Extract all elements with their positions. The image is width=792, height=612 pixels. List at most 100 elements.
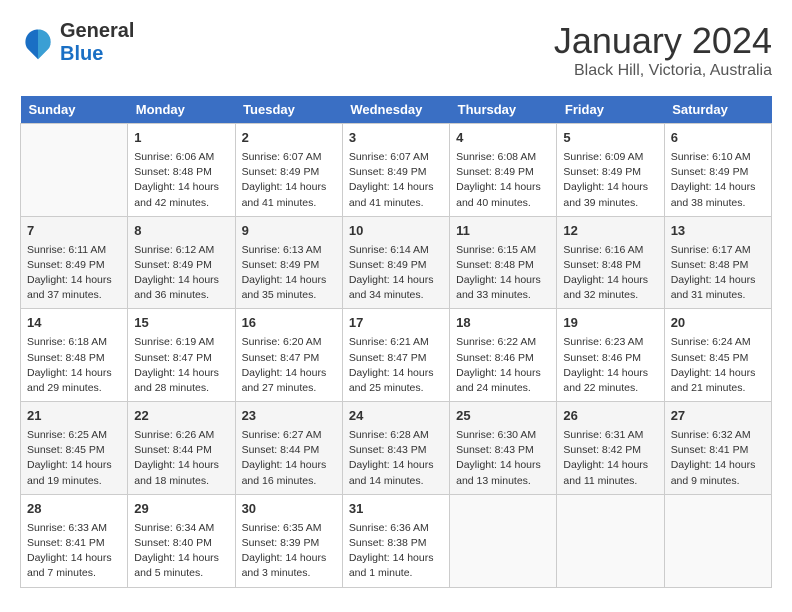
calendar-week-row: 7 Sunrise: 6:11 AM Sunset: 8:49 PM Daylig…: [21, 216, 772, 309]
day-of-week-header: Monday: [128, 96, 235, 124]
day-number: 9: [242, 222, 336, 241]
calendar-cell: 17 Sunrise: 6:21 AM Sunset: 8:47 PM Dayli…: [342, 309, 449, 402]
day-number: 31: [349, 500, 443, 519]
logo: General Blue: [20, 20, 134, 66]
day-number: 1: [134, 129, 228, 148]
logo-icon: [20, 25, 56, 61]
day-number: 26: [563, 407, 657, 426]
calendar-cell: 20 Sunrise: 6:24 AM Sunset: 8:45 PM Dayli…: [664, 309, 771, 402]
day-of-week-header: Saturday: [664, 96, 771, 124]
day-number: 17: [349, 314, 443, 333]
cell-info: Sunrise: 6:08 AM Sunset: 8:49 PM Dayligh…: [456, 150, 550, 211]
day-number: 10: [349, 222, 443, 241]
day-number: 24: [349, 407, 443, 426]
cell-info: Sunrise: 6:19 AM Sunset: 8:47 PM Dayligh…: [134, 335, 228, 396]
cell-info: Sunrise: 6:15 AM Sunset: 8:48 PM Dayligh…: [456, 243, 550, 304]
title-block: January 2024 Black Hill, Victoria, Austr…: [554, 20, 772, 80]
cell-info: Sunrise: 6:06 AM Sunset: 8:48 PM Dayligh…: [134, 150, 228, 211]
calendar-cell: [557, 494, 664, 587]
calendar-cell: [21, 124, 128, 217]
day-number: 30: [242, 500, 336, 519]
cell-info: Sunrise: 6:34 AM Sunset: 8:40 PM Dayligh…: [134, 521, 228, 582]
day-number: 28: [27, 500, 121, 519]
cell-info: Sunrise: 6:36 AM Sunset: 8:38 PM Dayligh…: [349, 521, 443, 582]
day-number: 8: [134, 222, 228, 241]
cell-info: Sunrise: 6:23 AM Sunset: 8:46 PM Dayligh…: [563, 335, 657, 396]
day-number: 5: [563, 129, 657, 148]
day-number: 13: [671, 222, 765, 241]
calendar-cell: 29 Sunrise: 6:34 AM Sunset: 8:40 PM Dayli…: [128, 494, 235, 587]
day-number: 27: [671, 407, 765, 426]
calendar-cell: 21 Sunrise: 6:25 AM Sunset: 8:45 PM Dayli…: [21, 402, 128, 495]
day-number: 6: [671, 129, 765, 148]
day-number: 22: [134, 407, 228, 426]
day-of-week-header: Wednesday: [342, 96, 449, 124]
calendar-cell: 8 Sunrise: 6:12 AM Sunset: 8:49 PM Daylig…: [128, 216, 235, 309]
calendar-cell: 15 Sunrise: 6:19 AM Sunset: 8:47 PM Dayli…: [128, 309, 235, 402]
month-title: January 2024: [554, 20, 772, 62]
calendar-cell: 6 Sunrise: 6:10 AM Sunset: 8:49 PM Daylig…: [664, 124, 771, 217]
page-header: General Blue January 2024 Black Hill, Vi…: [20, 20, 772, 80]
day-number: 4: [456, 129, 550, 148]
calendar-cell: 1 Sunrise: 6:06 AM Sunset: 8:48 PM Daylig…: [128, 124, 235, 217]
calendar-cell: 19 Sunrise: 6:23 AM Sunset: 8:46 PM Dayli…: [557, 309, 664, 402]
calendar-week-row: 14Sunrise: 6:18 AM Sunset: 8:48 PM Dayli…: [21, 309, 772, 402]
calendar-cell: 9Sunrise: 6:13 AM Sunset: 8:49 PM Daylig…: [235, 216, 342, 309]
day-number: 15: [134, 314, 228, 333]
calendar-cell: 16 Sunrise: 6:20 AM Sunset: 8:47 PM Dayli…: [235, 309, 342, 402]
day-number: 3: [349, 129, 443, 148]
calendar-cell: 31 Sunrise: 6:36 AM Sunset: 8:38 PM Dayli…: [342, 494, 449, 587]
cell-info: Sunrise: 6:09 AM Sunset: 8:49 PM Dayligh…: [563, 150, 657, 211]
calendar-cell: [664, 494, 771, 587]
calendar-cell: 12Sunrise: 6:16 AM Sunset: 8:48 PM Dayli…: [557, 216, 664, 309]
cell-info: Sunrise: 6:11 AM Sunset: 8:49 PM Dayligh…: [27, 243, 121, 304]
cell-info: Sunrise: 6:30 AM Sunset: 8:43 PM Dayligh…: [456, 428, 550, 489]
day-number: 20: [671, 314, 765, 333]
day-number: 29: [134, 500, 228, 519]
cell-info: Sunrise: 6:32 AM Sunset: 8:41 PM Dayligh…: [671, 428, 765, 489]
day-number: 19: [563, 314, 657, 333]
day-number: 21: [27, 407, 121, 426]
day-of-week-header: Friday: [557, 96, 664, 124]
cell-info: Sunrise: 6:27 AM Sunset: 8:44 PM Dayligh…: [242, 428, 336, 489]
calendar-cell: 27 Sunrise: 6:32 AM Sunset: 8:41 PM Dayli…: [664, 402, 771, 495]
cell-info: Sunrise: 6:21 AM Sunset: 8:47 PM Dayligh…: [349, 335, 443, 396]
day-of-week-header: Tuesday: [235, 96, 342, 124]
calendar-cell: 26 Sunrise: 6:31 AM Sunset: 8:42 PM Dayli…: [557, 402, 664, 495]
calendar-cell: 5 Sunrise: 6:09 AM Sunset: 8:49 PM Daylig…: [557, 124, 664, 217]
day-number: 14: [27, 314, 121, 333]
calendar-cell: 13Sunrise: 6:17 AM Sunset: 8:48 PM Dayli…: [664, 216, 771, 309]
cell-info: Sunrise: 6:24 AM Sunset: 8:45 PM Dayligh…: [671, 335, 765, 396]
calendar-cell: 10Sunrise: 6:14 AM Sunset: 8:49 PM Dayli…: [342, 216, 449, 309]
cell-info: Sunrise: 6:33 AM Sunset: 8:41 PM Dayligh…: [27, 521, 121, 582]
cell-info: Sunrise: 6:07 AM Sunset: 8:49 PM Dayligh…: [349, 150, 443, 211]
day-number: 25: [456, 407, 550, 426]
cell-info: Sunrise: 6:07 AM Sunset: 8:49 PM Dayligh…: [242, 150, 336, 211]
day-of-week-header: Sunday: [21, 96, 128, 124]
cell-info: Sunrise: 6:12 AM Sunset: 8:49 PM Dayligh…: [134, 243, 228, 304]
calendar-cell: 11 Sunrise: 6:15 AM Sunset: 8:48 PM Dayli…: [450, 216, 557, 309]
calendar-cell: 24Sunrise: 6:28 AM Sunset: 8:43 PM Dayli…: [342, 402, 449, 495]
day-number: 2: [242, 129, 336, 148]
cell-info: Sunrise: 6:26 AM Sunset: 8:44 PM Dayligh…: [134, 428, 228, 489]
cell-info: Sunrise: 6:20 AM Sunset: 8:47 PM Dayligh…: [242, 335, 336, 396]
calendar-cell: 28 Sunrise: 6:33 AM Sunset: 8:41 PM Dayli…: [21, 494, 128, 587]
calendar-table: SundayMondayTuesdayWednesdayThursdayFrid…: [20, 96, 772, 588]
day-number: 16: [242, 314, 336, 333]
calendar-cell: 23Sunrise: 6:27 AM Sunset: 8:44 PM Dayli…: [235, 402, 342, 495]
cell-info: Sunrise: 6:31 AM Sunset: 8:42 PM Dayligh…: [563, 428, 657, 489]
cell-info: Sunrise: 6:10 AM Sunset: 8:49 PM Dayligh…: [671, 150, 765, 211]
calendar-week-row: 21 Sunrise: 6:25 AM Sunset: 8:45 PM Dayli…: [21, 402, 772, 495]
cell-info: Sunrise: 6:16 AM Sunset: 8:48 PM Dayligh…: [563, 243, 657, 304]
calendar-week-row: 1 Sunrise: 6:06 AM Sunset: 8:48 PM Daylig…: [21, 124, 772, 217]
calendar-header-row: SundayMondayTuesdayWednesdayThursdayFrid…: [21, 96, 772, 124]
day-number: 11: [456, 222, 550, 241]
cell-info: Sunrise: 6:35 AM Sunset: 8:39 PM Dayligh…: [242, 521, 336, 582]
calendar-cell: 30 Sunrise: 6:35 AM Sunset: 8:39 PM Dayli…: [235, 494, 342, 587]
day-number: 18: [456, 314, 550, 333]
cell-info: Sunrise: 6:25 AM Sunset: 8:45 PM Dayligh…: [27, 428, 121, 489]
day-number: 7: [27, 222, 121, 241]
calendar-cell: 3 Sunrise: 6:07 AM Sunset: 8:49 PM Daylig…: [342, 124, 449, 217]
location: Black Hill, Victoria, Australia: [554, 62, 772, 80]
calendar-cell: 7 Sunrise: 6:11 AM Sunset: 8:49 PM Daylig…: [21, 216, 128, 309]
